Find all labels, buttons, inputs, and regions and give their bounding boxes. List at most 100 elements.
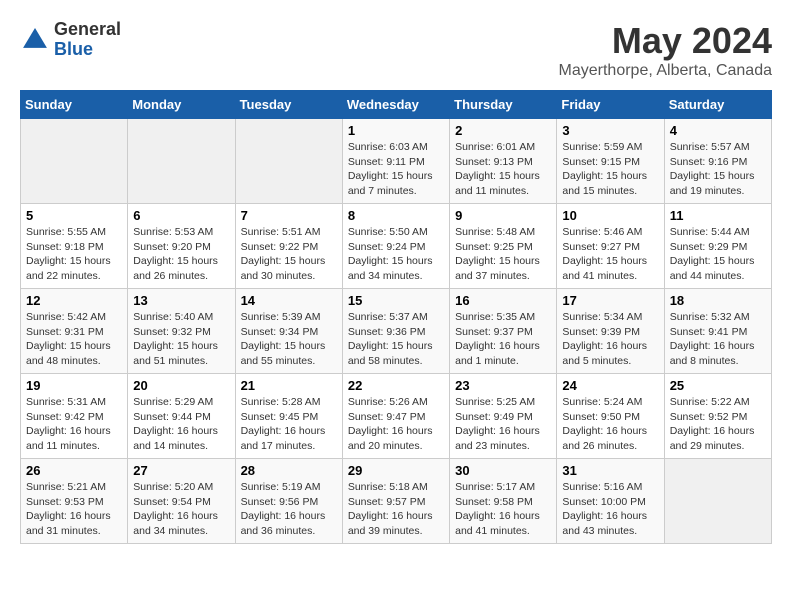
logo-blue-text: Blue xyxy=(54,40,121,60)
day-info: Sunrise: 5:39 AM Sunset: 9:34 PM Dayligh… xyxy=(241,310,337,369)
calendar-cell: 16 Sunrise: 5:35 AM Sunset: 9:37 PM Dayli… xyxy=(450,289,557,374)
day-number: 9 xyxy=(455,208,551,223)
day-number: 28 xyxy=(241,463,337,478)
day-number: 16 xyxy=(455,293,551,308)
day-info: Sunrise: 5:28 AM Sunset: 9:45 PM Dayligh… xyxy=(241,395,337,454)
day-number: 5 xyxy=(26,208,122,223)
day-info: Sunrise: 5:44 AM Sunset: 9:29 PM Dayligh… xyxy=(670,225,766,284)
day-info: Sunrise: 5:20 AM Sunset: 9:54 PM Dayligh… xyxy=(133,480,229,539)
day-number: 10 xyxy=(562,208,658,223)
header-sunday: Sunday xyxy=(21,91,128,119)
calendar-subtitle: Mayerthorpe, Alberta, Canada xyxy=(559,62,772,80)
day-info: Sunrise: 5:22 AM Sunset: 9:52 PM Dayligh… xyxy=(670,395,766,454)
calendar-cell: 14 Sunrise: 5:39 AM Sunset: 9:34 PM Dayli… xyxy=(235,289,342,374)
day-number: 27 xyxy=(133,463,229,478)
calendar-cell: 15 Sunrise: 5:37 AM Sunset: 9:36 PM Dayli… xyxy=(342,289,449,374)
day-number: 21 xyxy=(241,378,337,393)
day-info: Sunrise: 5:37 AM Sunset: 9:36 PM Dayligh… xyxy=(348,310,444,369)
day-info: Sunrise: 5:29 AM Sunset: 9:44 PM Dayligh… xyxy=(133,395,229,454)
day-info: Sunrise: 5:16 AM Sunset: 10:00 PM Daylig… xyxy=(562,480,658,539)
day-info: Sunrise: 5:32 AM Sunset: 9:41 PM Dayligh… xyxy=(670,310,766,369)
day-info: Sunrise: 5:24 AM Sunset: 9:50 PM Dayligh… xyxy=(562,395,658,454)
calendar-cell: 13 Sunrise: 5:40 AM Sunset: 9:32 PM Dayli… xyxy=(128,289,235,374)
calendar-cell: 6Sunrise: 5:53 AM Sunset: 9:20 PM Daylig… xyxy=(128,204,235,289)
calendar-cell: 27 Sunrise: 5:20 AM Sunset: 9:54 PM Dayli… xyxy=(128,459,235,544)
calendar-cell: 1Sunrise: 6:03 AM Sunset: 9:11 PM Daylig… xyxy=(342,119,449,204)
day-number: 29 xyxy=(348,463,444,478)
calendar-week-row: 1Sunrise: 6:03 AM Sunset: 9:11 PM Daylig… xyxy=(21,119,772,204)
day-number: 25 xyxy=(670,378,766,393)
calendar-cell: 31 Sunrise: 5:16 AM Sunset: 10:00 PM Dayl… xyxy=(557,459,664,544)
calendar-cell: 19Sunrise: 5:31 AM Sunset: 9:42 PM Dayli… xyxy=(21,374,128,459)
day-number: 4 xyxy=(670,123,766,138)
calendar-week-row: 19Sunrise: 5:31 AM Sunset: 9:42 PM Dayli… xyxy=(21,374,772,459)
day-number: 17 xyxy=(562,293,658,308)
header-monday: Monday xyxy=(128,91,235,119)
day-number: 22 xyxy=(348,378,444,393)
day-number: 26 xyxy=(26,463,122,478)
header-wednesday: Wednesday xyxy=(342,91,449,119)
calendar-cell: 30 Sunrise: 5:17 AM Sunset: 9:58 PM Dayli… xyxy=(450,459,557,544)
calendar-cell: 17 Sunrise: 5:34 AM Sunset: 9:39 PM Dayli… xyxy=(557,289,664,374)
day-number: 31 xyxy=(562,463,658,478)
day-info: Sunrise: 6:01 AM Sunset: 9:13 PM Dayligh… xyxy=(455,140,551,199)
calendar-cell: 9 Sunrise: 5:48 AM Sunset: 9:25 PM Daylig… xyxy=(450,204,557,289)
calendar-week-row: 26 Sunrise: 5:21 AM Sunset: 9:53 PM Dayli… xyxy=(21,459,772,544)
calendar-cell: 4 Sunrise: 5:57 AM Sunset: 9:16 PM Daylig… xyxy=(664,119,771,204)
day-info: Sunrise: 5:46 AM Sunset: 9:27 PM Dayligh… xyxy=(562,225,658,284)
day-number: 23 xyxy=(455,378,551,393)
day-info: Sunrise: 5:18 AM Sunset: 9:57 PM Dayligh… xyxy=(348,480,444,539)
calendar-cell: 22Sunrise: 5:26 AM Sunset: 9:47 PM Dayli… xyxy=(342,374,449,459)
day-number: 13 xyxy=(133,293,229,308)
day-number: 14 xyxy=(241,293,337,308)
day-info: Sunrise: 5:59 AM Sunset: 9:15 PM Dayligh… xyxy=(562,140,658,199)
day-number: 1 xyxy=(348,123,444,138)
calendar-cell: 11 Sunrise: 5:44 AM Sunset: 9:29 PM Dayli… xyxy=(664,204,771,289)
calendar-cell xyxy=(664,459,771,544)
header-saturday: Saturday xyxy=(664,91,771,119)
day-number: 20 xyxy=(133,378,229,393)
day-number: 3 xyxy=(562,123,658,138)
calendar-cell: 20 Sunrise: 5:29 AM Sunset: 9:44 PM Dayli… xyxy=(128,374,235,459)
day-number: 30 xyxy=(455,463,551,478)
calendar-cell: 26 Sunrise: 5:21 AM Sunset: 9:53 PM Dayli… xyxy=(21,459,128,544)
day-number: 8 xyxy=(348,208,444,223)
day-info: Sunrise: 5:17 AM Sunset: 9:58 PM Dayligh… xyxy=(455,480,551,539)
day-number: 15 xyxy=(348,293,444,308)
day-info: Sunrise: 5:19 AM Sunset: 9:56 PM Dayligh… xyxy=(241,480,337,539)
day-number: 11 xyxy=(670,208,766,223)
day-info: Sunrise: 5:34 AM Sunset: 9:39 PM Dayligh… xyxy=(562,310,658,369)
logo: General Blue xyxy=(20,20,121,60)
calendar-cell: 29 Sunrise: 5:18 AM Sunset: 9:57 PM Dayli… xyxy=(342,459,449,544)
day-info: Sunrise: 5:31 AM Sunset: 9:42 PM Dayligh… xyxy=(26,395,122,454)
calendar-cell: 23 Sunrise: 5:25 AM Sunset: 9:49 PM Dayli… xyxy=(450,374,557,459)
day-info: Sunrise: 5:50 AM Sunset: 9:24 PM Dayligh… xyxy=(348,225,444,284)
logo-icon xyxy=(20,25,50,55)
calendar-title: May 2024 xyxy=(559,20,772,62)
calendar-cell: 7Sunrise: 5:51 AM Sunset: 9:22 PM Daylig… xyxy=(235,204,342,289)
calendar-week-row: 12Sunrise: 5:42 AM Sunset: 9:31 PM Dayli… xyxy=(21,289,772,374)
calendar-cell xyxy=(235,119,342,204)
day-info: Sunrise: 5:21 AM Sunset: 9:53 PM Dayligh… xyxy=(26,480,122,539)
calendar-cell: 2 Sunrise: 6:01 AM Sunset: 9:13 PM Daylig… xyxy=(450,119,557,204)
day-info: Sunrise: 5:57 AM Sunset: 9:16 PM Dayligh… xyxy=(670,140,766,199)
day-info: Sunrise: 5:55 AM Sunset: 9:18 PM Dayligh… xyxy=(26,225,122,284)
calendar-cell: 21 Sunrise: 5:28 AM Sunset: 9:45 PM Dayli… xyxy=(235,374,342,459)
calendar-cell: 10 Sunrise: 5:46 AM Sunset: 9:27 PM Dayli… xyxy=(557,204,664,289)
day-number: 2 xyxy=(455,123,551,138)
calendar-cell: 3 Sunrise: 5:59 AM Sunset: 9:15 PM Daylig… xyxy=(557,119,664,204)
day-number: 7 xyxy=(241,208,337,223)
calendar-cell: 24Sunrise: 5:24 AM Sunset: 9:50 PM Dayli… xyxy=(557,374,664,459)
header: General Blue May 2024 Mayerthorpe, Alber… xyxy=(20,20,772,80)
day-info: Sunrise: 5:35 AM Sunset: 9:37 PM Dayligh… xyxy=(455,310,551,369)
calendar-cell xyxy=(128,119,235,204)
calendar-cell: 12Sunrise: 5:42 AM Sunset: 9:31 PM Dayli… xyxy=(21,289,128,374)
day-number: 18 xyxy=(670,293,766,308)
calendar-header-row: Sunday Monday Tuesday Wednesday Thursday… xyxy=(21,91,772,119)
day-info: Sunrise: 5:40 AM Sunset: 9:32 PM Dayligh… xyxy=(133,310,229,369)
logo-general-text: General xyxy=(54,20,121,40)
calendar-table: Sunday Monday Tuesday Wednesday Thursday… xyxy=(20,90,772,544)
day-info: Sunrise: 5:25 AM Sunset: 9:49 PM Dayligh… xyxy=(455,395,551,454)
calendar-cell: 28 Sunrise: 5:19 AM Sunset: 9:56 PM Dayli… xyxy=(235,459,342,544)
day-info: Sunrise: 5:48 AM Sunset: 9:25 PM Dayligh… xyxy=(455,225,551,284)
